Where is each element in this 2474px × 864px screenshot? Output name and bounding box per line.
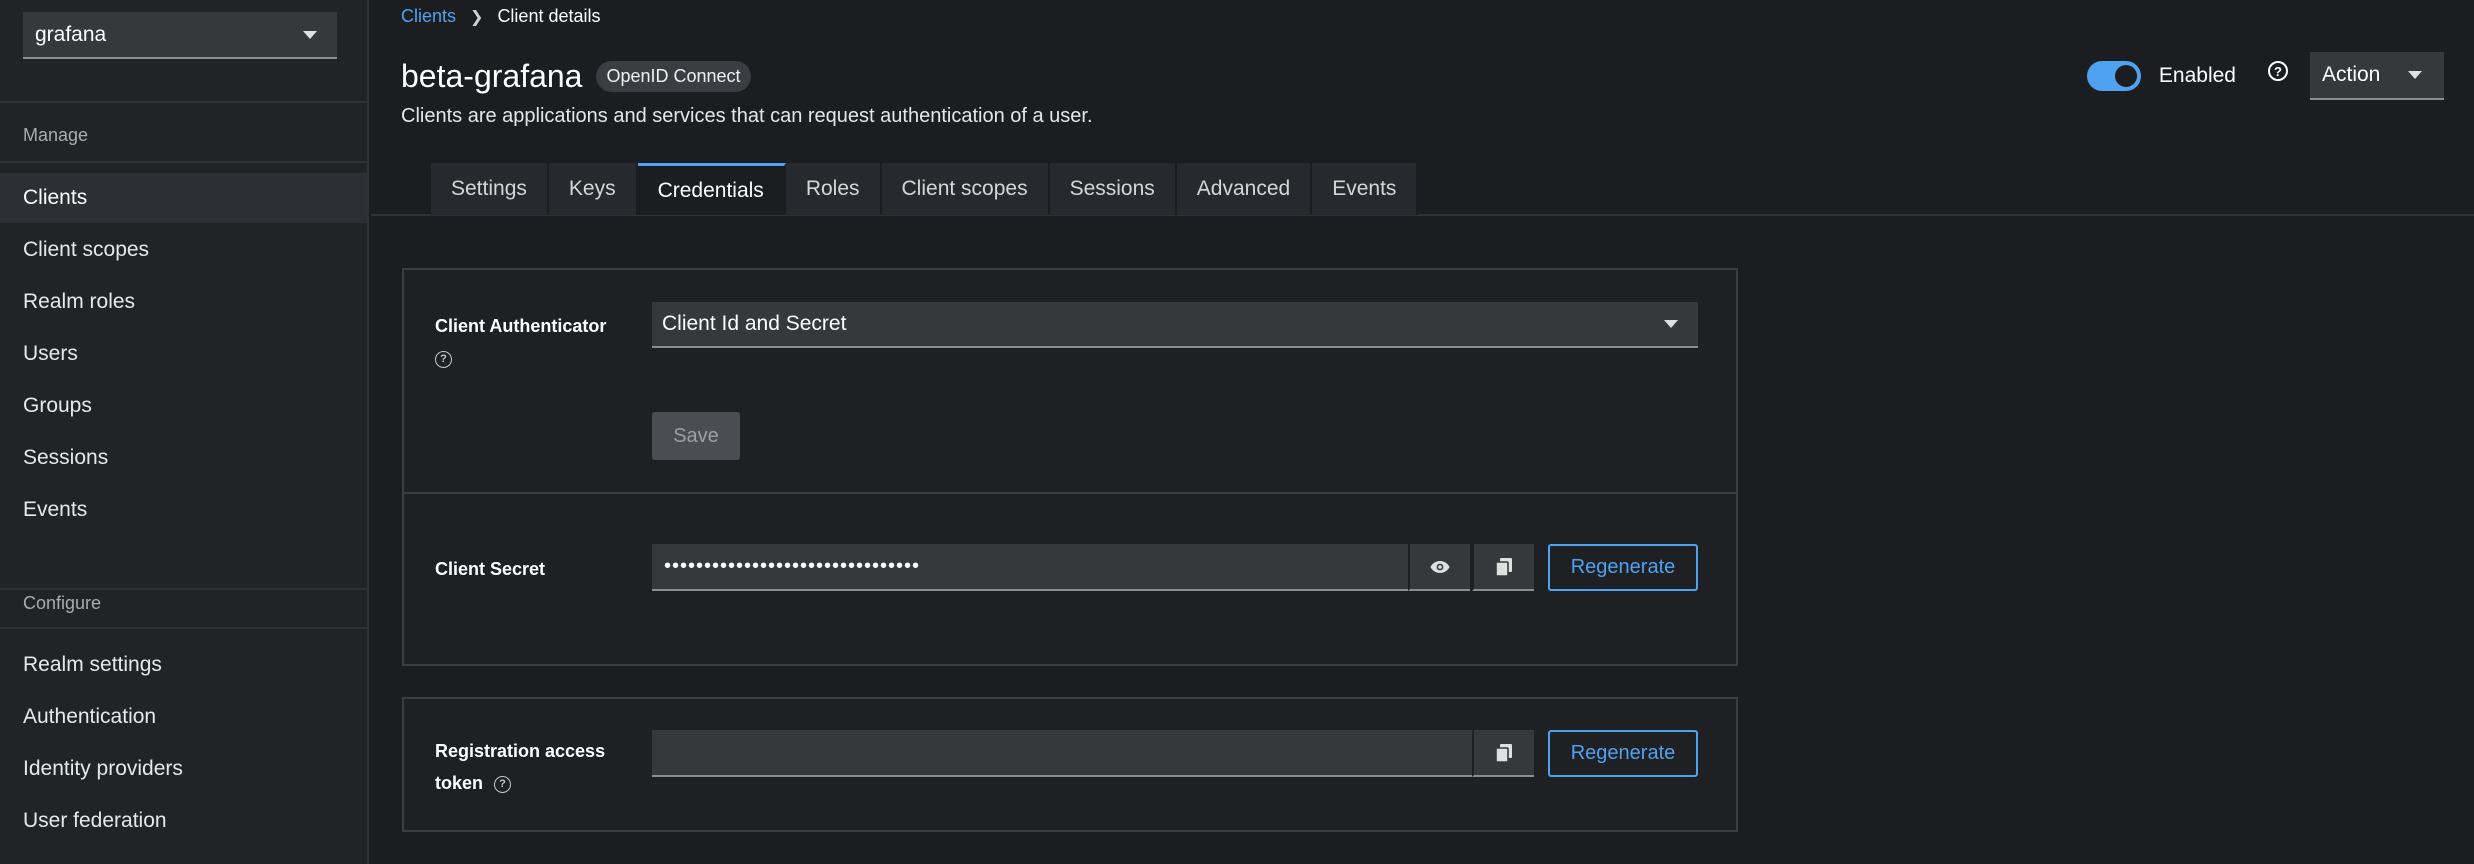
client-authenticator-label: Client Authenticator ? bbox=[435, 310, 606, 374]
help-icon[interactable]: ? bbox=[2268, 61, 2288, 81]
help-icon[interactable]: ? bbox=[494, 775, 512, 793]
nav-item-users[interactable]: Users bbox=[0, 329, 367, 379]
credentials-card: Client Authenticator ? Client Id and Sec… bbox=[402, 268, 1738, 666]
registration-token-card: Registration access token ? Regenerate bbox=[402, 697, 1738, 832]
sidebar: grafana Manage Clients Client scopes Rea… bbox=[0, 0, 369, 864]
tab-keys[interactable]: Keys bbox=[548, 163, 638, 215]
sidebar-divider bbox=[0, 588, 369, 590]
nav-item-groups[interactable]: Groups bbox=[0, 381, 367, 431]
regenerate-secret-button[interactable]: Regenerate bbox=[1548, 544, 1698, 591]
save-button[interactable]: Save bbox=[652, 412, 740, 460]
tab-advanced[interactable]: Advanced bbox=[1176, 163, 1313, 215]
copy-token-button[interactable] bbox=[1472, 730, 1534, 777]
show-secret-button[interactable] bbox=[1408, 544, 1470, 591]
realm-name: grafana bbox=[35, 22, 107, 46]
copy-icon bbox=[1495, 743, 1512, 763]
tab-credentials[interactable]: Credentials bbox=[637, 163, 786, 215]
tab-events[interactable]: Events bbox=[1312, 163, 1419, 215]
page-subtitle: Clients are applications and services th… bbox=[401, 105, 1093, 127]
nav-item-realm-settings[interactable]: Realm settings bbox=[0, 640, 367, 690]
section-label-configure: Configure bbox=[23, 593, 102, 613]
client-authenticator-label-text: Client Authenticator bbox=[435, 316, 607, 336]
nav-item-clients[interactable]: Clients bbox=[0, 173, 367, 223]
tab-roles[interactable]: Roles bbox=[785, 163, 882, 215]
regenerate-token-button[interactable]: Regenerate bbox=[1548, 730, 1698, 777]
card-divider bbox=[404, 492, 1736, 494]
caret-down-icon bbox=[303, 30, 317, 39]
nav-item-client-scopes[interactable]: Client scopes bbox=[0, 225, 367, 275]
copy-icon bbox=[1495, 557, 1512, 577]
title-row: beta-grafana OpenID Connect bbox=[401, 58, 751, 95]
nav-item-user-federation[interactable]: User federation bbox=[0, 796, 367, 846]
caret-down-icon bbox=[1664, 320, 1678, 328]
breadcrumb-clients-link[interactable]: Clients bbox=[401, 6, 456, 27]
tab-settings[interactable]: Settings bbox=[431, 163, 549, 215]
breadcrumb-current: Client details bbox=[497, 6, 601, 26]
nav-item-authentication[interactable]: Authentication bbox=[0, 692, 367, 742]
action-dropdown[interactable]: Action bbox=[2310, 52, 2444, 100]
realm-select[interactable]: grafana bbox=[23, 12, 337, 59]
client-authenticator-value: Client Id and Secret bbox=[662, 312, 847, 335]
tab-bar: Settings Keys Credentials Roles Client s… bbox=[431, 163, 1419, 215]
caret-down-icon bbox=[2408, 71, 2422, 79]
page-title: beta-grafana bbox=[401, 58, 583, 94]
sidebar-divider bbox=[0, 101, 369, 103]
registration-token-input[interactable] bbox=[652, 730, 1472, 777]
enabled-toggle[interactable] bbox=[2086, 61, 2141, 91]
toggle-knob bbox=[2114, 65, 2137, 87]
enabled-label: Enabled bbox=[2158, 64, 2236, 87]
nav-item-events[interactable]: Events bbox=[0, 485, 367, 535]
breadcrumb: Clients ❯ Client details bbox=[401, 6, 601, 27]
action-label: Action bbox=[2322, 63, 2381, 86]
client-authenticator-select[interactable]: Client Id and Secret bbox=[652, 302, 1698, 348]
registration-token-label-line1: Registration access bbox=[435, 741, 606, 761]
tab-client-scopes[interactable]: Client scopes bbox=[881, 163, 1050, 215]
registration-token-label: Registration access token ? bbox=[435, 735, 605, 799]
chevron-right-icon: ❯ bbox=[470, 8, 484, 26]
registration-token-label-line2: token bbox=[435, 773, 484, 793]
nav-item-identity-providers[interactable]: Identity providers bbox=[0, 744, 367, 794]
main-content: Clients ❯ Client details beta-grafana Op… bbox=[371, 0, 2474, 864]
client-secret-input[interactable]: •••••••••••••••••••••••••••••••• bbox=[652, 544, 1408, 591]
section-label-manage: Manage bbox=[23, 125, 89, 145]
header-actions: Enabled ? Action bbox=[2086, 52, 2444, 100]
sidebar-divider bbox=[0, 627, 369, 629]
protocol-badge: OpenID Connect bbox=[596, 61, 751, 92]
tab-sessions[interactable]: Sessions bbox=[1049, 163, 1177, 215]
nav-item-realm-roles[interactable]: Realm roles bbox=[0, 277, 367, 327]
copy-secret-button[interactable] bbox=[1472, 544, 1534, 591]
sidebar-divider bbox=[0, 161, 369, 163]
help-icon[interactable]: ? bbox=[435, 350, 452, 368]
nav-item-sessions[interactable]: Sessions bbox=[0, 433, 367, 483]
eye-icon bbox=[1430, 560, 1450, 573]
client-secret-label: Client Secret bbox=[435, 559, 546, 579]
